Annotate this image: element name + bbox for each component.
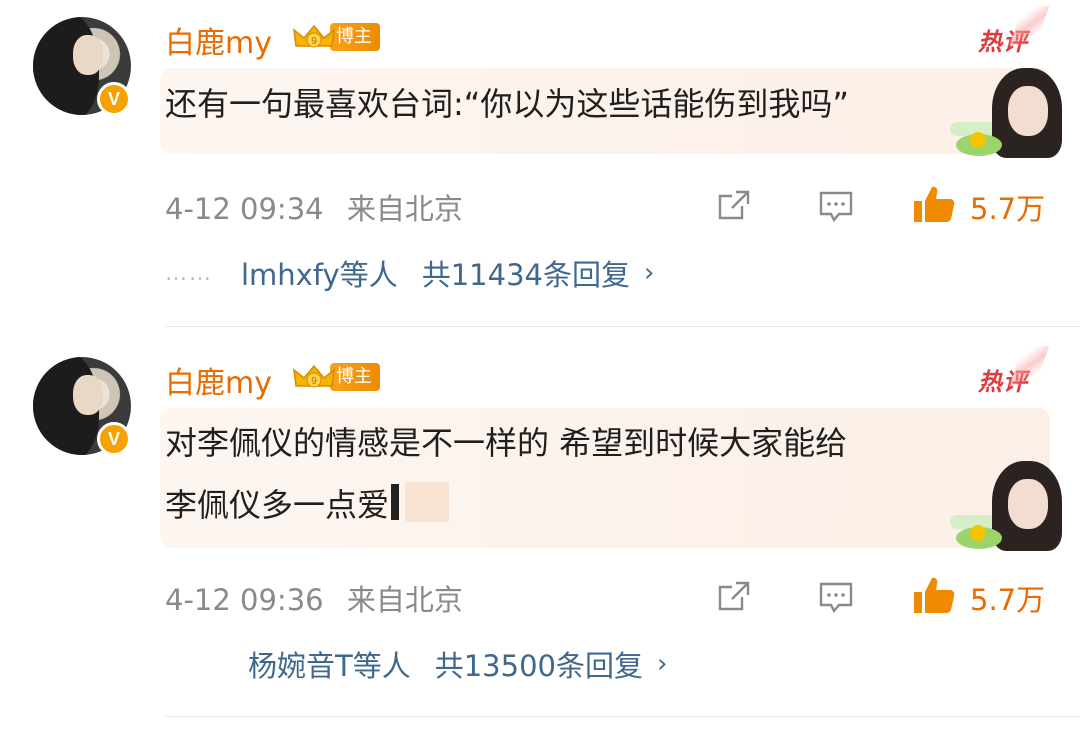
like-icon[interactable] bbox=[912, 575, 956, 615]
divider bbox=[165, 716, 1080, 717]
reply-summary[interactable]: …… lmhxfy等人 共11434条回复 › bbox=[165, 252, 654, 294]
share-icon[interactable] bbox=[716, 579, 752, 615]
svg-text:9: 9 bbox=[311, 376, 317, 387]
comment-text: 对李佩仪的情感是不一样的 希望到时候大家能给 李佩仪多一点爱 bbox=[165, 424, 848, 524]
svg-text:9: 9 bbox=[311, 36, 317, 47]
comment-source: 来自北京 bbox=[346, 583, 463, 617]
comment-icon[interactable] bbox=[818, 188, 854, 224]
comment-item[interactable]: V 白鹿my 9 博主 热评 对李佩仪的情感是不一样的 希望到时候大家能给 李佩… bbox=[0, 327, 1080, 717]
reply-users[interactable]: lmhxfy等人 bbox=[241, 252, 398, 294]
comment-source: 来自北京 bbox=[346, 192, 463, 226]
blogger-badge: 9 博主 bbox=[292, 20, 380, 54]
badge-label: 博主 bbox=[330, 23, 380, 51]
blogger-badge: 9 博主 bbox=[292, 360, 380, 394]
username[interactable]: 白鹿my bbox=[165, 358, 272, 402]
comment-item[interactable]: V 白鹿my 9 博主 热评 还有一句最喜欢台词:“你以为这些话能伤到我吗” 4… bbox=[0, 0, 1080, 326]
reply-dots: …… bbox=[165, 260, 213, 286]
share-icon[interactable] bbox=[716, 188, 752, 224]
badge-label: 博主 bbox=[330, 363, 380, 391]
username[interactable]: 白鹿my bbox=[165, 18, 272, 62]
chevron-right-icon[interactable]: › bbox=[657, 649, 667, 679]
reply-count[interactable]: 共13500条回复 bbox=[435, 643, 643, 685]
chevron-right-icon[interactable]: › bbox=[644, 258, 654, 288]
verified-badge-icon: V bbox=[97, 82, 131, 116]
like-icon[interactable] bbox=[912, 184, 956, 224]
verified-badge-icon: V bbox=[97, 422, 131, 456]
bubble-decoration-icon bbox=[940, 68, 1070, 158]
emoji-tag-icon bbox=[391, 484, 400, 520]
comment-time: 4-12 09:36 bbox=[165, 583, 324, 617]
emoji-icon bbox=[405, 482, 450, 522]
action-bar: 5.7万 bbox=[712, 184, 1052, 228]
bubble-decoration-icon bbox=[940, 461, 1070, 551]
comment-time: 4-12 09:34 bbox=[165, 192, 324, 226]
like-count: 5.7万 bbox=[970, 583, 1046, 617]
comment-meta: 4-12 09:36 来自北京 bbox=[165, 577, 463, 619]
like-count: 5.7万 bbox=[970, 192, 1046, 226]
comment-text: 还有一句最喜欢台词:“你以为这些话能伤到我吗” bbox=[165, 85, 849, 123]
action-bar: 5.7万 bbox=[712, 575, 1052, 619]
reply-summary[interactable]: 杨婉音T等人 共13500条回复 › bbox=[248, 643, 667, 685]
hot-streak-decoration bbox=[1008, 346, 1050, 386]
comment-icon[interactable] bbox=[818, 579, 854, 615]
crown-icon: 9 bbox=[293, 364, 335, 388]
comment-meta: 4-12 09:34 来自北京 bbox=[165, 186, 463, 228]
reply-count[interactable]: 共11434条回复 bbox=[422, 252, 630, 294]
reply-users[interactable]: 杨婉音T等人 bbox=[248, 643, 411, 685]
crown-icon: 9 bbox=[293, 24, 335, 48]
hot-streak-decoration bbox=[1008, 6, 1050, 46]
